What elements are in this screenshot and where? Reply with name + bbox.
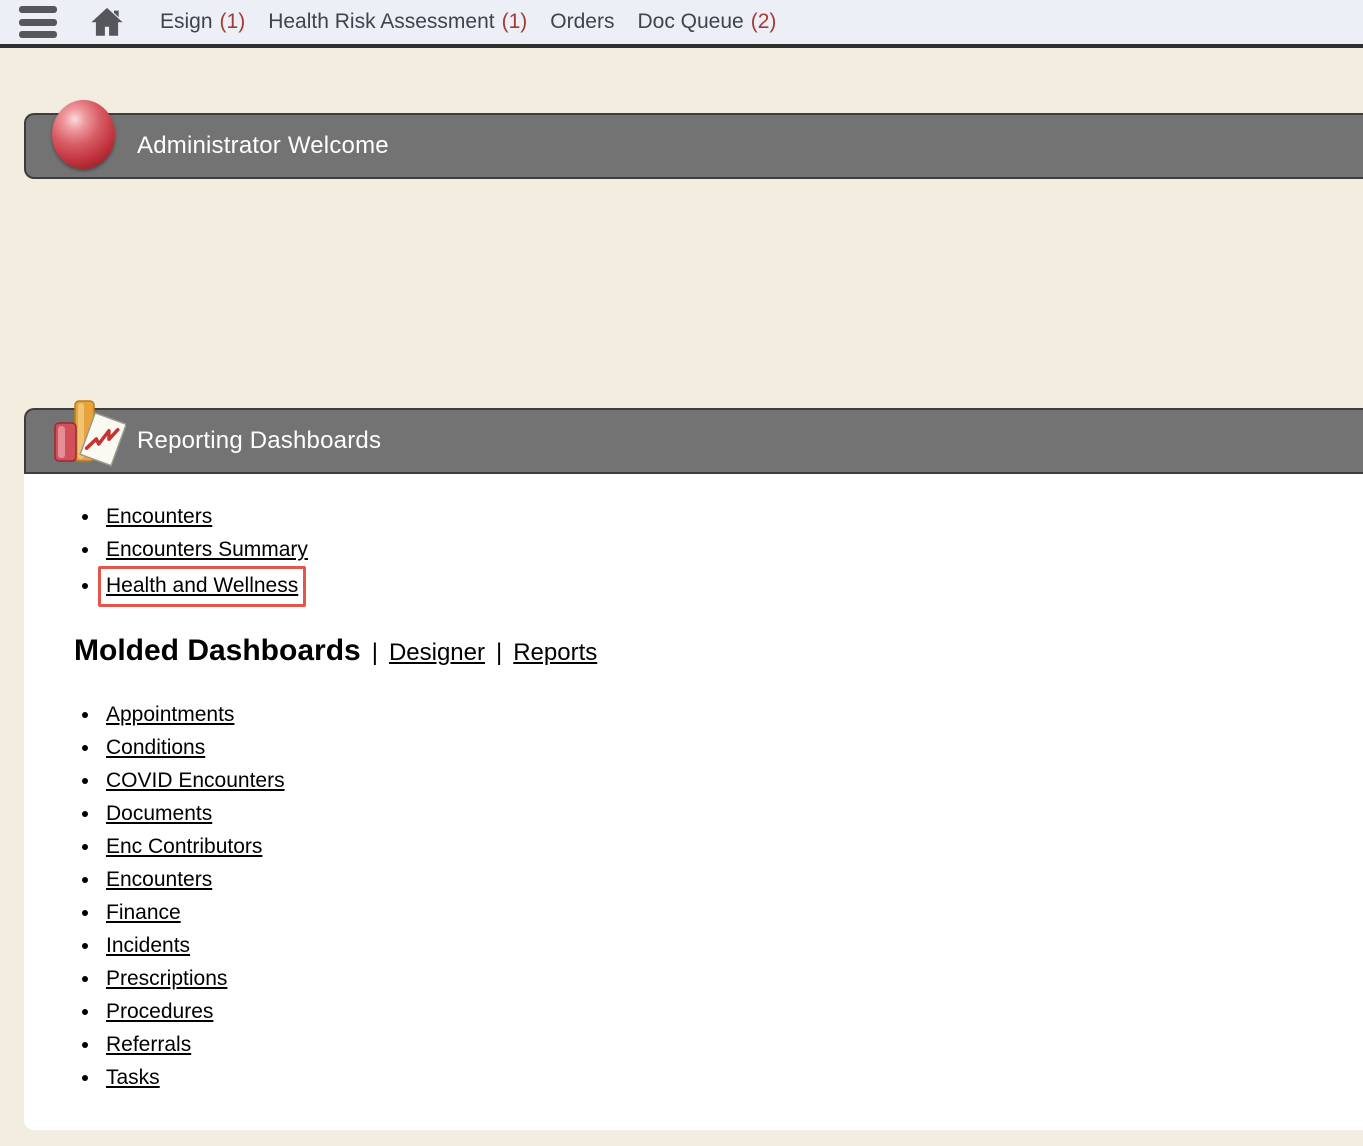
reporting-dashboard-link[interactable]: Encounters [106, 505, 212, 528]
molded-links-list: Appointments Conditions COVID Encounters… [24, 698, 1343, 1094]
designer-link[interactable]: Designer [389, 639, 485, 667]
molded-dashboard-link[interactable]: Finance [106, 901, 181, 924]
molded-dashboard-link[interactable]: Enc Contributors [106, 835, 262, 858]
separator: | [372, 639, 378, 667]
molded-dashboard-link[interactable]: COVID Encounters [106, 769, 285, 792]
nav-item[interactable]: Health Risk Assessment (1) [268, 10, 527, 34]
list-item: Health and Wellness [101, 566, 1343, 607]
nav-item-label: Doc Queue [637, 10, 743, 34]
red-sphere-icon [52, 100, 115, 169]
highlight-box: Health and Wellness [98, 566, 306, 607]
reporting-title: Reporting Dashboards [137, 427, 381, 455]
nav-item-count: (1) [220, 10, 246, 34]
molded-dashboard-link[interactable]: Prescriptions [106, 967, 227, 990]
molded-dashboards-title: Molded Dashboards [74, 634, 361, 668]
reporting-dashboards-header: Reporting Dashboards [24, 408, 1363, 474]
list-item: Conditions [101, 731, 1343, 764]
dashboards-panel: Encounters Encounters Summary Health and… [24, 474, 1363, 1130]
list-item: Referrals [101, 1028, 1343, 1061]
list-item: Prescriptions [101, 962, 1343, 995]
list-item: Encounters [101, 500, 1343, 533]
molded-dashboard-link[interactable]: Procedures [106, 1000, 213, 1023]
nav-item-count: (1) [502, 10, 528, 34]
reporting-dashboard-link[interactable]: Encounters Summary [106, 538, 308, 561]
bar-chart-report-icon [50, 397, 126, 473]
list-item: Tasks [101, 1061, 1343, 1094]
top-navigation-bar: Esign (1) Health Risk Assessment (1) Ord… [0, 0, 1363, 48]
home-icon[interactable] [88, 4, 126, 40]
molded-dashboard-link[interactable]: Incidents [106, 934, 190, 957]
list-item: Procedures [101, 995, 1343, 1028]
list-item: Incidents [101, 929, 1343, 962]
nav-item-count: (2) [751, 10, 777, 34]
molded-dashboards-heading: Molded Dashboards | Designer | Reports [74, 634, 1343, 668]
list-item: Finance [101, 896, 1343, 929]
nav-item-label: Health Risk Assessment [268, 10, 494, 34]
highlight-box: Encounters [106, 505, 212, 528]
nav-item-label: Orders [550, 10, 614, 34]
nav-item[interactable]: Orders [550, 10, 614, 34]
welcome-title: Administrator Welcome [137, 132, 389, 160]
molded-dashboard-link[interactable]: Conditions [106, 736, 205, 759]
reports-link[interactable]: Reports [513, 639, 597, 667]
reporting-dashboards-section: Reporting Dashboards Encounters Encounte… [0, 408, 1363, 1130]
molded-dashboard-link[interactable]: Encounters [106, 868, 212, 891]
nav-items: Esign (1) Health Risk Assessment (1) Ord… [160, 10, 799, 34]
nav-item-label: Esign [160, 10, 213, 34]
nav-item[interactable]: Doc Queue (2) [637, 10, 776, 34]
nav-item[interactable]: Esign (1) [160, 10, 245, 34]
list-item: Appointments [101, 698, 1343, 731]
reporting-dashboard-link[interactable]: Health and Wellness [106, 574, 298, 597]
molded-dashboard-link[interactable]: Referrals [106, 1033, 191, 1056]
list-item: Encounters [101, 863, 1343, 896]
molded-dashboard-link[interactable]: Tasks [106, 1066, 160, 1089]
administrator-welcome-header: Administrator Welcome [24, 113, 1363, 179]
molded-dashboard-link[interactable]: Appointments [106, 703, 234, 726]
separator: | [496, 639, 502, 667]
list-item: Enc Contributors [101, 830, 1343, 863]
molded-dashboard-link[interactable]: Documents [106, 802, 212, 825]
list-item: Encounters Summary [101, 533, 1343, 566]
hamburger-menu-icon[interactable] [19, 6, 57, 38]
highlight-box: Encounters Summary [106, 538, 308, 561]
list-item: Documents [101, 797, 1343, 830]
list-item: COVID Encounters [101, 764, 1343, 797]
reporting-links-list: Encounters Encounters Summary Health and… [24, 500, 1343, 607]
